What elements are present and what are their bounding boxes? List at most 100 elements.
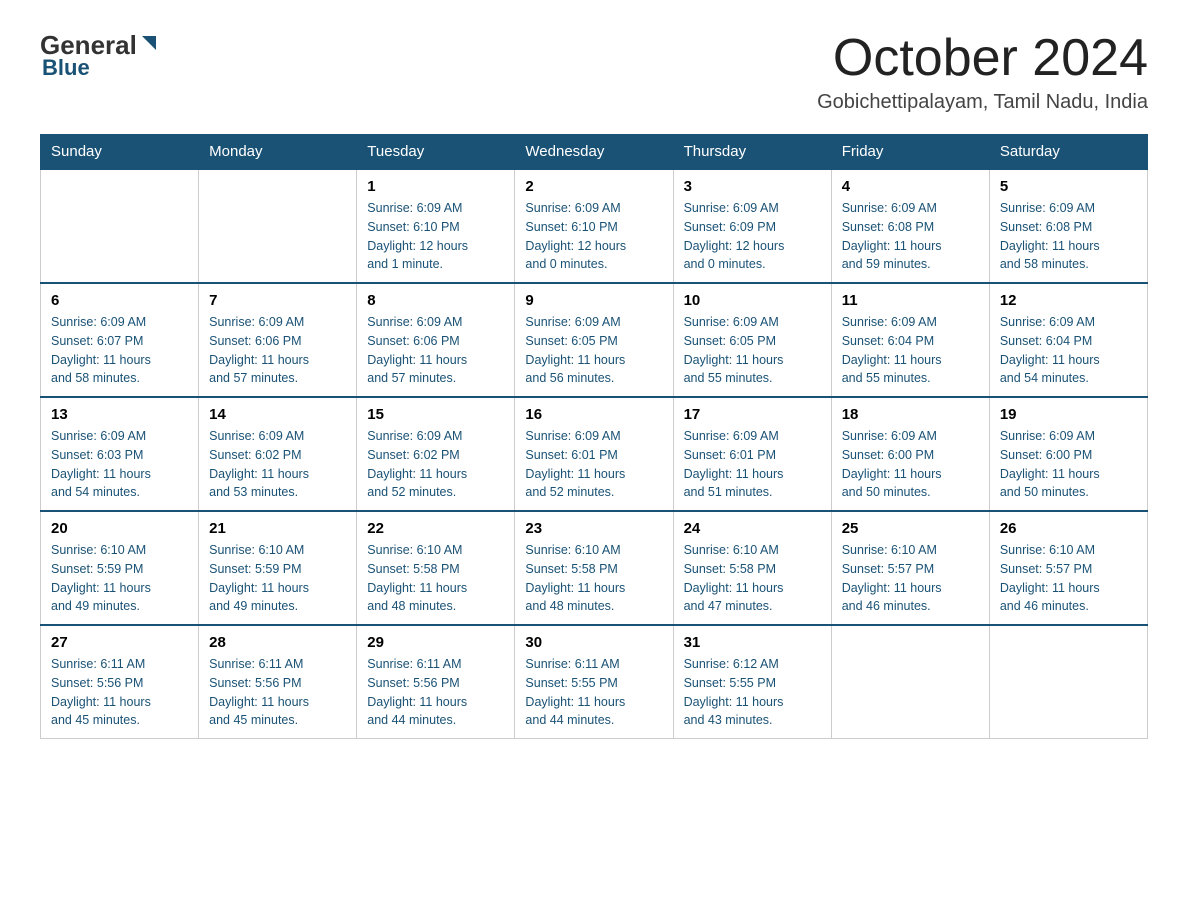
- day-info: Sunrise: 6:10 AMSunset: 5:59 PMDaylight:…: [51, 541, 188, 616]
- day-number: 4: [842, 178, 979, 195]
- day-info: Sunrise: 6:10 AMSunset: 5:58 PMDaylight:…: [367, 541, 504, 616]
- day-number: 16: [525, 406, 662, 423]
- day-info: Sunrise: 6:09 AMSunset: 6:08 PMDaylight:…: [842, 199, 979, 274]
- day-info: Sunrise: 6:09 AMSunset: 6:07 PMDaylight:…: [51, 313, 188, 388]
- day-number: 14: [209, 406, 346, 423]
- calendar-cell: 1 Sunrise: 6:09 AMSunset: 6:10 PMDaylight…: [357, 169, 515, 283]
- day-info: Sunrise: 6:11 AMSunset: 5:56 PMDaylight:…: [367, 655, 504, 730]
- day-info: Sunrise: 6:09 AMSunset: 6:09 PMDaylight:…: [684, 199, 821, 274]
- logo-blue-text: Blue: [42, 55, 90, 80]
- calendar-cell: 31 Sunrise: 6:12 AMSunset: 5:55 PMDayligh…: [673, 625, 831, 739]
- calendar-cell: [831, 625, 989, 739]
- day-info: Sunrise: 6:09 AMSunset: 6:04 PMDaylight:…: [1000, 313, 1137, 388]
- calendar-cell: 22 Sunrise: 6:10 AMSunset: 5:58 PMDayligh…: [357, 511, 515, 625]
- day-number: 22: [367, 520, 504, 537]
- calendar-cell: 14Sunrise: 6:09 AMSunset: 6:02 PMDayligh…: [199, 397, 357, 511]
- calendar-cell: 9Sunrise: 6:09 AMSunset: 6:05 PMDaylight…: [515, 283, 673, 397]
- calendar-cell: 16 Sunrise: 6:09 AMSunset: 6:01 PMDayligh…: [515, 397, 673, 511]
- day-number: 18: [842, 406, 979, 423]
- calendar-cell: 12Sunrise: 6:09 AMSunset: 6:04 PMDayligh…: [989, 283, 1147, 397]
- day-number: 2: [525, 178, 662, 195]
- calendar-cell: 18Sunrise: 6:09 AMSunset: 6:00 PMDayligh…: [831, 397, 989, 511]
- week-row: 1 Sunrise: 6:09 AMSunset: 6:10 PMDaylight…: [41, 169, 1148, 283]
- calendar-cell: [989, 625, 1147, 739]
- calendar-cell: 21Sunrise: 6:10 AMSunset: 5:59 PMDayligh…: [199, 511, 357, 625]
- calendar-cell: 6 Sunrise: 6:09 AMSunset: 6:07 PMDaylight…: [41, 283, 199, 397]
- day-info: Sunrise: 6:09 AMSunset: 6:01 PMDaylight:…: [525, 427, 662, 502]
- calendar-cell: 15 Sunrise: 6:09 AMSunset: 6:02 PMDayligh…: [357, 397, 515, 511]
- day-number: 7: [209, 292, 346, 309]
- day-info: Sunrise: 6:10 AMSunset: 5:57 PMDaylight:…: [1000, 541, 1137, 616]
- calendar-day-header: Tuesday: [357, 135, 515, 170]
- day-info: Sunrise: 6:09 AMSunset: 6:06 PMDaylight:…: [209, 313, 346, 388]
- day-number: 11: [842, 292, 979, 309]
- day-number: 10: [684, 292, 821, 309]
- calendar-cell: 4 Sunrise: 6:09 AMSunset: 6:08 PMDaylight…: [831, 169, 989, 283]
- calendar-cell: 5 Sunrise: 6:09 AMSunset: 6:08 PMDaylight…: [989, 169, 1147, 283]
- calendar-day-header: Sunday: [41, 135, 199, 170]
- day-number: 1: [367, 178, 504, 195]
- calendar-cell: 19Sunrise: 6:09 AMSunset: 6:00 PMDayligh…: [989, 397, 1147, 511]
- day-number: 15: [367, 406, 504, 423]
- day-number: 24: [684, 520, 821, 537]
- calendar-cell: 28Sunrise: 6:11 AMSunset: 5:56 PMDayligh…: [199, 625, 357, 739]
- calendar-cell: 26 Sunrise: 6:10 AMSunset: 5:57 PMDayligh…: [989, 511, 1147, 625]
- calendar-header-row: SundayMondayTuesdayWednesdayThursdayFrid…: [41, 135, 1148, 170]
- day-info: Sunrise: 6:09 AMSunset: 6:05 PMDaylight:…: [684, 313, 821, 388]
- day-number: 21: [209, 520, 346, 537]
- calendar-cell: 23Sunrise: 6:10 AMSunset: 5:58 PMDayligh…: [515, 511, 673, 625]
- day-number: 25: [842, 520, 979, 537]
- day-info: Sunrise: 6:10 AMSunset: 5:57 PMDaylight:…: [842, 541, 979, 616]
- calendar-cell: 24 Sunrise: 6:10 AMSunset: 5:58 PMDayligh…: [673, 511, 831, 625]
- day-number: 13: [51, 406, 188, 423]
- day-number: 5: [1000, 178, 1137, 195]
- day-info: Sunrise: 6:09 AMSunset: 6:10 PMDaylight:…: [525, 199, 662, 274]
- location-subtitle: Gobichettipalayam, Tamil Nadu, India: [817, 91, 1148, 114]
- month-year-title: October 2024: [817, 30, 1148, 87]
- calendar-cell: 3 Sunrise: 6:09 AMSunset: 6:09 PMDaylight…: [673, 169, 831, 283]
- day-info: Sunrise: 6:09 AMSunset: 6:08 PMDaylight:…: [1000, 199, 1137, 274]
- day-number: 20: [51, 520, 188, 537]
- day-info: Sunrise: 6:11 AMSunset: 5:56 PMDaylight:…: [51, 655, 188, 730]
- logo-triangle-icon: [138, 32, 160, 54]
- day-info: Sunrise: 6:11 AMSunset: 5:55 PMDaylight:…: [525, 655, 662, 730]
- calendar-cell: 8Sunrise: 6:09 AMSunset: 6:06 PMDaylight…: [357, 283, 515, 397]
- calendar-cell: 10 Sunrise: 6:09 AMSunset: 6:05 PMDayligh…: [673, 283, 831, 397]
- week-row: 6 Sunrise: 6:09 AMSunset: 6:07 PMDaylight…: [41, 283, 1148, 397]
- day-number: 23: [525, 520, 662, 537]
- calendar-table: SundayMondayTuesdayWednesdayThursdayFrid…: [40, 134, 1148, 739]
- week-row: 13Sunrise: 6:09 AMSunset: 6:03 PMDayligh…: [41, 397, 1148, 511]
- day-number: 3: [684, 178, 821, 195]
- day-number: 8: [367, 292, 504, 309]
- day-number: 6: [51, 292, 188, 309]
- calendar-cell: 29Sunrise: 6:11 AMSunset: 5:56 PMDayligh…: [357, 625, 515, 739]
- day-info: Sunrise: 6:09 AMSunset: 6:02 PMDaylight:…: [367, 427, 504, 502]
- day-info: Sunrise: 6:10 AMSunset: 5:58 PMDaylight:…: [684, 541, 821, 616]
- calendar-day-header: Friday: [831, 135, 989, 170]
- page-header: General Blue October 2024 Gobichettipala…: [40, 30, 1148, 114]
- calendar-cell: 30 Sunrise: 6:11 AMSunset: 5:55 PMDayligh…: [515, 625, 673, 739]
- calendar-day-header: Thursday: [673, 135, 831, 170]
- calendar-cell: [41, 169, 199, 283]
- day-number: 9: [525, 292, 662, 309]
- week-row: 20 Sunrise: 6:10 AMSunset: 5:59 PMDayligh…: [41, 511, 1148, 625]
- day-number: 17: [684, 406, 821, 423]
- calendar-cell: 20 Sunrise: 6:10 AMSunset: 5:59 PMDayligh…: [41, 511, 199, 625]
- logo: General Blue: [40, 30, 161, 81]
- day-info: Sunrise: 6:09 AMSunset: 6:04 PMDaylight:…: [842, 313, 979, 388]
- day-info: Sunrise: 6:11 AMSunset: 5:56 PMDaylight:…: [209, 655, 346, 730]
- calendar-day-header: Wednesday: [515, 135, 673, 170]
- calendar-cell: 27Sunrise: 6:11 AMSunset: 5:56 PMDayligh…: [41, 625, 199, 739]
- day-info: Sunrise: 6:09 AMSunset: 6:01 PMDaylight:…: [684, 427, 821, 502]
- title-block: October 2024 Gobichettipalayam, Tamil Na…: [817, 30, 1148, 114]
- calendar-cell: 2 Sunrise: 6:09 AMSunset: 6:10 PMDaylight…: [515, 169, 673, 283]
- day-number: 31: [684, 634, 821, 651]
- week-row: 27Sunrise: 6:11 AMSunset: 5:56 PMDayligh…: [41, 625, 1148, 739]
- day-info: Sunrise: 6:12 AMSunset: 5:55 PMDaylight:…: [684, 655, 821, 730]
- calendar-cell: [199, 169, 357, 283]
- day-number: 26: [1000, 520, 1137, 537]
- day-info: Sunrise: 6:09 AMSunset: 6:10 PMDaylight:…: [367, 199, 504, 274]
- day-number: 30: [525, 634, 662, 651]
- calendar-cell: 25 Sunrise: 6:10 AMSunset: 5:57 PMDayligh…: [831, 511, 989, 625]
- calendar-cell: 17 Sunrise: 6:09 AMSunset: 6:01 PMDayligh…: [673, 397, 831, 511]
